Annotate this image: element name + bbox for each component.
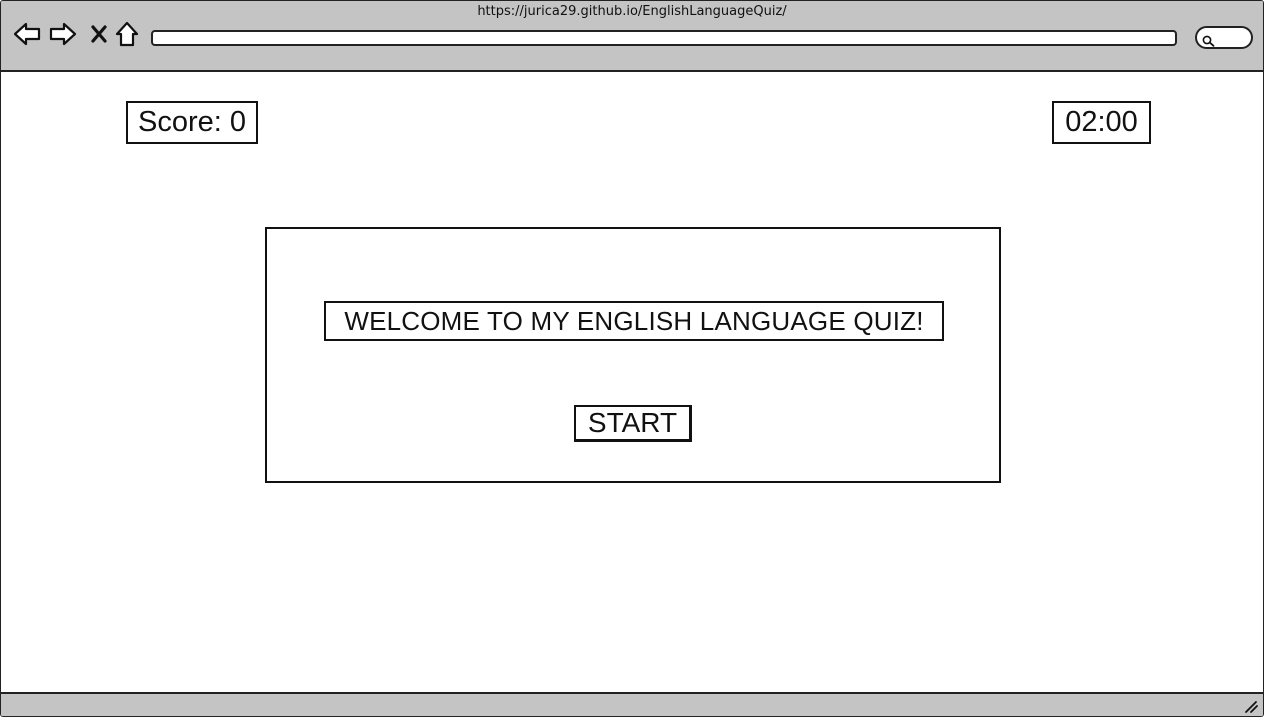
welcome-heading: WELCOME TO MY ENGLISH LANGUAGE QUIZ! [324,301,944,341]
browser-toolbar: https://jurica29.github.io/EnglishLangua… [1,1,1263,72]
forward-arrow-icon[interactable] [48,19,78,49]
browser-search-field[interactable] [1195,26,1253,49]
browser-window: https://jurica29.github.io/EnglishLangua… [0,0,1264,717]
score-display: Score: 0 [126,101,258,144]
browser-status-bar [1,692,1263,716]
page-url-label: https://jurica29.github.io/EnglishLangua… [477,4,787,19]
back-arrow-icon[interactable] [12,19,42,49]
address-bar-input[interactable] [151,30,1177,46]
timer-display: 02:00 [1052,101,1151,144]
start-button[interactable]: START [574,405,692,442]
search-icon [1202,32,1216,51]
close-icon[interactable] [84,19,114,49]
home-icon[interactable] [112,19,142,49]
welcome-panel: WELCOME TO MY ENGLISH LANGUAGE QUIZ! STA… [265,227,1001,483]
resize-grip-icon[interactable] [1243,698,1259,714]
